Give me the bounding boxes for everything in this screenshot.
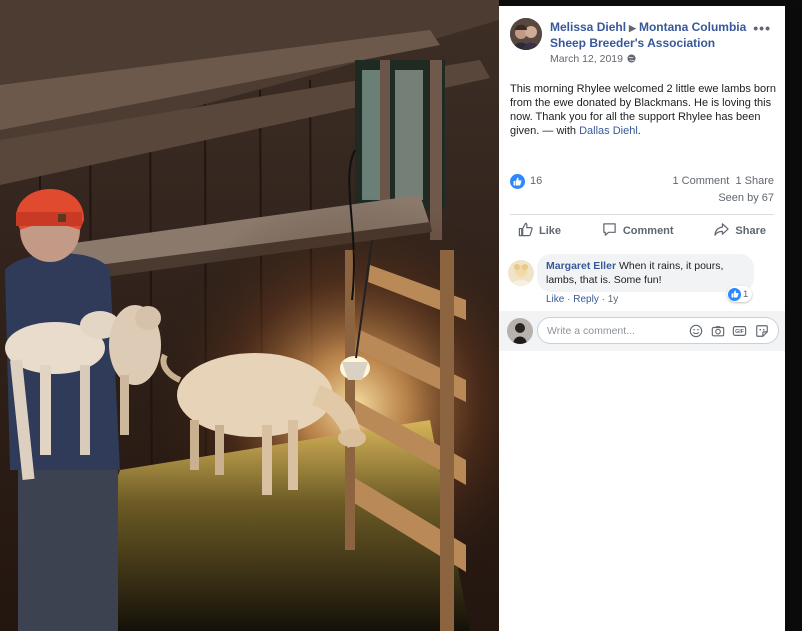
comment-input[interactable]: Write a comment... GIF: [537, 317, 779, 344]
share-button-label: Share: [735, 225, 766, 237]
share-button[interactable]: Share: [706, 222, 774, 240]
commenter-name-link[interactable]: Margaret Eller: [546, 260, 616, 272]
comment-bubble: Margaret Eller When it rains, it pours, …: [537, 254, 754, 292]
like-badge-icon: [728, 287, 741, 301]
comment-reply-link[interactable]: Reply: [573, 294, 599, 305]
comment-button-label: Comment: [622, 225, 674, 237]
comment-button[interactable]: Comment: [594, 222, 682, 240]
comment-share-counts: 1 Comment 1 Share: [672, 175, 774, 187]
comments-section: Margaret Eller When it rains, it pours, …: [499, 248, 785, 631]
post-header: Melissa Diehl ▶ Montana Columbia Sheep Bre…: [499, 6, 785, 70]
emoji-icon[interactable]: [688, 323, 703, 338]
post-timestamp[interactable]: March 12, 2019: [550, 53, 636, 65]
post-date-text[interactable]: March 12, 2019: [550, 53, 623, 65]
share-icon: [714, 222, 730, 240]
post-author-line: Melissa Diehl ▶ Montana Columbia Sheep Bre…: [550, 20, 750, 51]
post-photo[interactable]: [0, 0, 499, 631]
comment-meta-separator: ·: [564, 294, 574, 305]
seen-by-count[interactable]: Seen by 67: [718, 192, 774, 204]
post-tag-suffix: .: [637, 125, 641, 137]
viewer-right-gutter: [785, 6, 802, 631]
author-name-link[interactable]: Melissa Diehl: [550, 20, 626, 34]
share-count-link[interactable]: 1 Share: [735, 175, 774, 187]
post-message: This morning Rhylee welcomed 2 little ew…: [510, 82, 776, 138]
like-button-label: Like: [539, 225, 562, 237]
post-side-panel: Melissa Diehl ▶ Montana Columbia Sheep Bre…: [499, 6, 785, 631]
like-badge-icon[interactable]: [510, 174, 525, 189]
commenter-avatar[interactable]: [508, 260, 534, 286]
globe-icon: [627, 54, 636, 63]
comment-count-link[interactable]: 1 Comment: [672, 175, 729, 187]
thumbs-up-icon: [518, 222, 533, 240]
comment-input-placeholder[interactable]: Write a comment...: [547, 325, 688, 337]
gif-icon[interactable]: GIF: [732, 323, 747, 338]
caret-right-icon: ▶: [629, 23, 636, 33]
comment-reaction-count: 1: [743, 288, 749, 300]
barn-lambs-photo: [0, 0, 499, 631]
post-with-prefix: — with: [539, 125, 580, 137]
comment-reaction-badge[interactable]: 1: [727, 286, 753, 302]
camera-icon[interactable]: [710, 323, 725, 338]
comment-meta-separator: ·: [598, 294, 608, 305]
comment-composer: Write a comment... GIF: [499, 311, 785, 351]
tagged-person-link[interactable]: Dallas Diehl: [579, 125, 638, 137]
reactions-bar: 16 1 Comment 1 Share Seen by 67: [510, 174, 774, 210]
comment-age[interactable]: 1y: [608, 294, 619, 305]
author-avatar[interactable]: [510, 18, 542, 50]
more-options-icon[interactable]: •••: [753, 20, 771, 36]
comment-like-link[interactable]: Like: [546, 294, 564, 305]
sticker-icon[interactable]: [754, 323, 769, 338]
comment-meta: Like · Reply · 1y: [546, 294, 618, 305]
composer-tools: GIF: [688, 323, 778, 338]
reaction-count[interactable]: 16: [530, 175, 542, 187]
post-actions: Like Comment Share: [510, 215, 774, 247]
comment-icon: [602, 222, 617, 240]
like-button[interactable]: Like: [510, 222, 569, 240]
current-user-avatar: [507, 318, 533, 344]
svg-text:GIF: GIF: [735, 329, 745, 335]
